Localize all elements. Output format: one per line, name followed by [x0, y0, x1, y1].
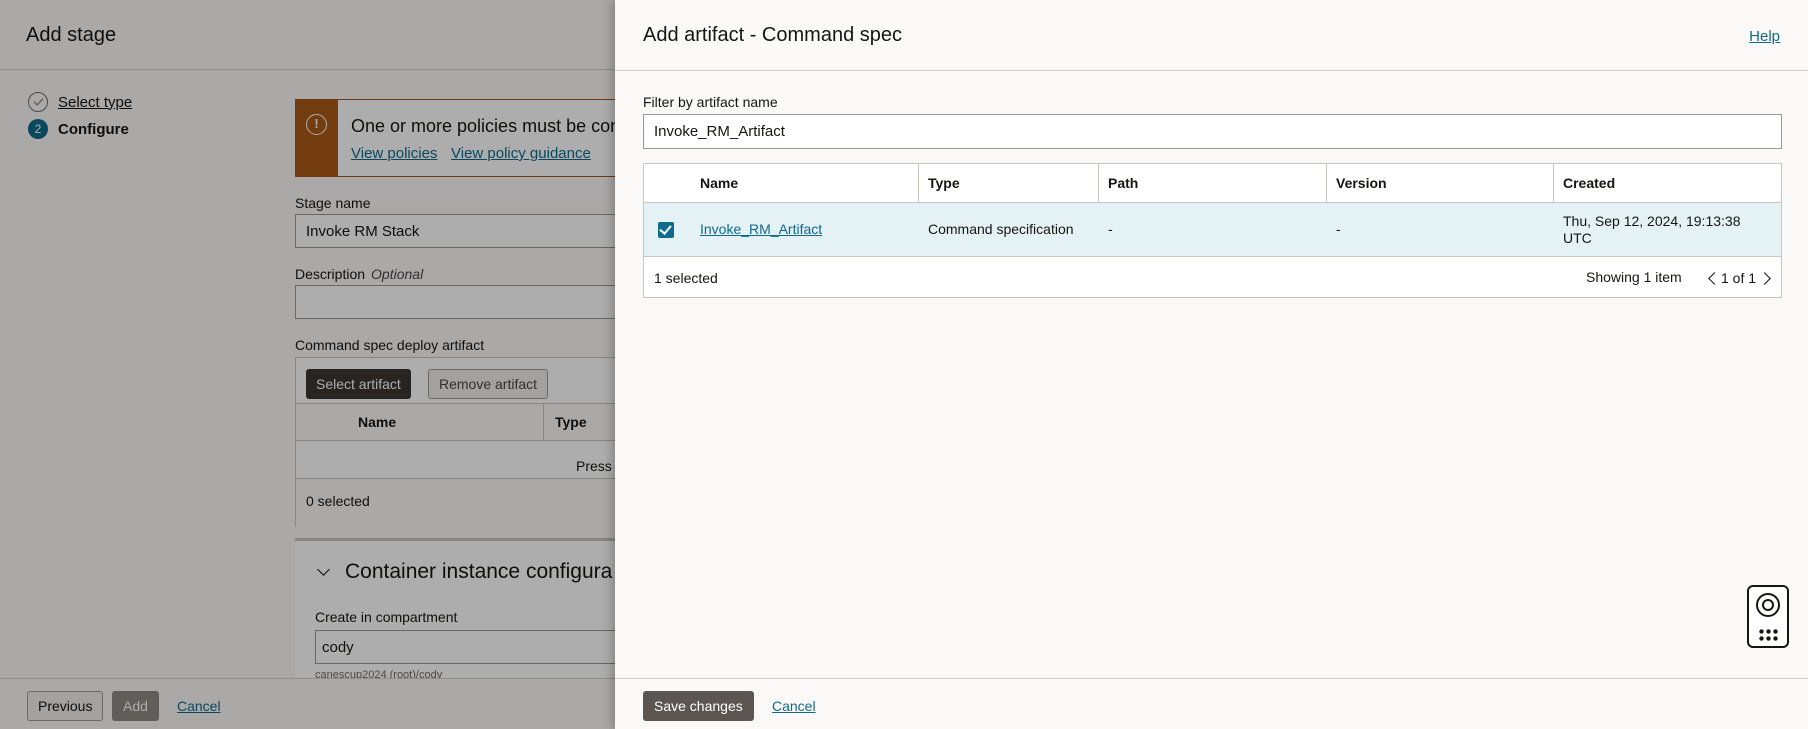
- table-row[interactable]: Invoke_RM_Artifact Command specification…: [644, 203, 1781, 257]
- drawer-header: Add artifact - Command spec Help: [615, 0, 1808, 71]
- table-header: Name Type Path Version Created: [644, 164, 1781, 203]
- modal-overlay[interactable]: [0, 0, 615, 729]
- artifact-type: Command specification: [928, 221, 1074, 237]
- artifact-table: Name Type Path Version Created Invoke_RM…: [643, 163, 1782, 298]
- filter-input[interactable]: [643, 114, 1782, 149]
- chevron-left-icon[interactable]: [1708, 272, 1721, 285]
- column-divider: [1553, 164, 1554, 203]
- checkbox-checked-icon[interactable]: [658, 222, 674, 238]
- column-name[interactable]: Name: [700, 175, 738, 191]
- artifact-name-link[interactable]: Invoke_RM_Artifact: [700, 221, 822, 237]
- column-created[interactable]: Created: [1563, 175, 1615, 191]
- lifebuoy-icon[interactable]: [1756, 593, 1780, 617]
- artifact-path: -: [1108, 221, 1113, 237]
- help-widget[interactable]: [1747, 585, 1789, 648]
- drawer-title: Add artifact - Command spec: [643, 24, 902, 46]
- page-indicator: 1 of 1: [1721, 270, 1757, 286]
- column-version[interactable]: Version: [1336, 175, 1387, 191]
- add-artifact-drawer: Add artifact - Command spec Help Filter …: [615, 0, 1808, 729]
- drawer-footer: Save changes Cancel: [615, 678, 1808, 729]
- showing-count: Showing 1 item: [1586, 269, 1682, 285]
- column-path[interactable]: Path: [1108, 175, 1138, 191]
- column-divider: [918, 164, 919, 203]
- column-type[interactable]: Type: [928, 175, 960, 191]
- cancel-link[interactable]: Cancel: [772, 698, 816, 714]
- selected-count: 1 selected: [654, 270, 718, 286]
- chevron-right-icon[interactable]: [1758, 272, 1771, 285]
- column-divider: [1098, 164, 1099, 203]
- help-link[interactable]: Help: [1749, 28, 1780, 45]
- artifact-created: Thu, Sep 12, 2024, 19:13:38 UTC: [1563, 213, 1741, 246]
- artifact-version: -: [1336, 221, 1341, 237]
- apps-grid-icon[interactable]: [1758, 628, 1778, 642]
- filter-label: Filter by artifact name: [643, 94, 778, 110]
- table-footer: 1 selected Showing 1 item 1 of 1: [644, 257, 1781, 298]
- column-divider: [1326, 164, 1327, 203]
- save-changes-button[interactable]: Save changes: [643, 691, 754, 721]
